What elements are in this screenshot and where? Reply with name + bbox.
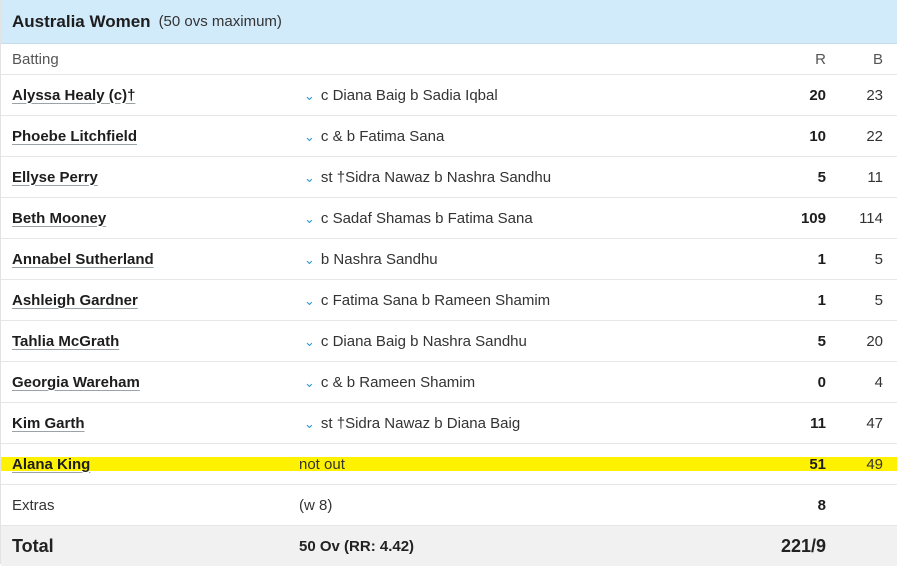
batter-name-link[interactable]: Alyssa Healy (c)†	[12, 87, 139, 104]
dismissal-text: b Nashra Sandhu	[320, 250, 438, 268]
total-detail: 50 Ov (RR: 4.42)	[299, 537, 415, 555]
team-name: Australia Women	[12, 11, 151, 31]
balls-column-header: B	[872, 50, 883, 68]
runs-value: 1	[817, 250, 826, 268]
total-row: Total 50 Ov (RR: 4.42) 221/9	[1, 526, 897, 566]
highlight-bar	[1, 457, 897, 471]
batter-name-link[interactable]: Kim Garth	[12, 415, 89, 432]
dismissal-text: not out	[299, 455, 345, 473]
runs-value: 109	[800, 209, 826, 227]
runs-value: 10	[809, 127, 826, 145]
balls-value: 20	[866, 332, 883, 350]
dismissal-text: c & b Fatima Sana	[320, 127, 445, 145]
extras-detail: (w 8)	[299, 496, 333, 514]
batter-name-link[interactable]: Ellyse Perry	[12, 169, 102, 186]
batter-row: Ellyse Perry ⌄ st †Sidra Nawaz b Nashra S…	[1, 157, 897, 198]
total-score: 221/9	[780, 535, 826, 556]
balls-value: 4	[874, 373, 883, 391]
runs-value: 5	[817, 332, 826, 350]
batter-name-link[interactable]: Phoebe Litchfield	[12, 128, 141, 145]
chevron-down-icon[interactable]: ⌄	[304, 211, 315, 227]
balls-value: 5	[874, 291, 883, 309]
dismissal-text: c Diana Baig b Sadia Iqbal	[320, 86, 498, 104]
batter-row: Alyssa Healy (c)† ⌄ c Diana Baig b Sadia …	[1, 75, 897, 116]
dismissal-text: c Fatima Sana b Rameen Shamim	[320, 291, 551, 309]
batter-name-link[interactable]: Ashleigh Gardner	[12, 292, 142, 309]
balls-value: 23	[866, 86, 883, 104]
overs-note: (50 ovs maximum)	[158, 13, 282, 30]
chevron-down-icon[interactable]: ⌄	[304, 375, 315, 391]
batter-row-not-out: Alana King not out 51 49	[1, 444, 897, 485]
dismissal-text: c & b Rameen Shamim	[320, 373, 476, 391]
chevron-down-icon[interactable]: ⌄	[304, 129, 315, 145]
chevron-down-icon[interactable]: ⌄	[304, 293, 315, 309]
extras-runs: 8	[817, 496, 826, 514]
batter-name-link[interactable]: Beth Mooney	[12, 210, 110, 227]
balls-value: 114	[859, 209, 883, 227]
chevron-down-icon[interactable]: ⌄	[304, 88, 315, 104]
batter-row: Beth Mooney ⌄ c Sadaf Shamas b Fatima San…	[1, 198, 897, 239]
batter-row: Phoebe Litchfield ⌄ c & b Fatima Sana 10 …	[1, 116, 897, 157]
batter-row: Kim Garth ⌄ st †Sidra Nawaz b Diana Baig …	[1, 403, 897, 444]
balls-value: 49	[866, 455, 883, 473]
balls-value: 47	[866, 414, 883, 432]
batting-column-header: Batting	[12, 50, 59, 68]
batter-row: Georgia Wareham ⌄ c & b Rameen Shamim 0 4	[1, 362, 897, 403]
chevron-down-icon[interactable]: ⌄	[304, 252, 315, 268]
batter-row: Tahlia McGrath ⌄ c Diana Baig b Nashra Sa…	[1, 321, 897, 362]
dismissal-text: c Diana Baig b Nashra Sandhu	[320, 332, 527, 350]
batter-row: Ashleigh Gardner ⌄ c Fatima Sana b Rameen…	[1, 280, 897, 321]
runs-value: 5	[817, 168, 826, 186]
batter-row: Annabel Sutherland ⌄ b Nashra Sandhu 1 5	[1, 239, 897, 280]
runs-value: 20	[809, 86, 826, 104]
batter-name-link[interactable]: Annabel Sutherland	[12, 251, 158, 268]
chevron-down-icon[interactable]: ⌄	[304, 416, 315, 432]
dismissal-text: c Sadaf Shamas b Fatima Sana	[320, 209, 533, 227]
extras-label: Extras	[12, 496, 55, 514]
column-header-row: Batting R B	[1, 44, 897, 75]
runs-value: 0	[817, 373, 826, 391]
balls-value: 11	[867, 168, 883, 186]
chevron-down-icon[interactable]: ⌄	[304, 170, 315, 186]
scorecard: Australia Women (50 ovs maximum) Batting…	[0, 0, 897, 566]
batter-name-link[interactable]: Georgia Wareham	[12, 374, 144, 391]
total-label: Total	[12, 535, 54, 556]
extras-row: Extras (w 8) 8	[1, 485, 897, 526]
dismissal-text: st †Sidra Nawaz b Nashra Sandhu	[320, 168, 552, 186]
runs-value: 11	[810, 414, 826, 432]
balls-value: 5	[874, 250, 883, 268]
dismissal-text: st †Sidra Nawaz b Diana Baig	[320, 414, 521, 432]
batter-name-link[interactable]: Tahlia McGrath	[12, 333, 123, 350]
balls-value: 22	[866, 127, 883, 145]
batter-name-link[interactable]: Alana King	[12, 456, 94, 473]
runs-value: 51	[809, 455, 826, 473]
runs-value: 1	[817, 291, 826, 309]
runs-column-header: R	[815, 50, 826, 68]
innings-header: Australia Women (50 ovs maximum)	[1, 0, 897, 44]
chevron-down-icon[interactable]: ⌄	[304, 334, 315, 350]
